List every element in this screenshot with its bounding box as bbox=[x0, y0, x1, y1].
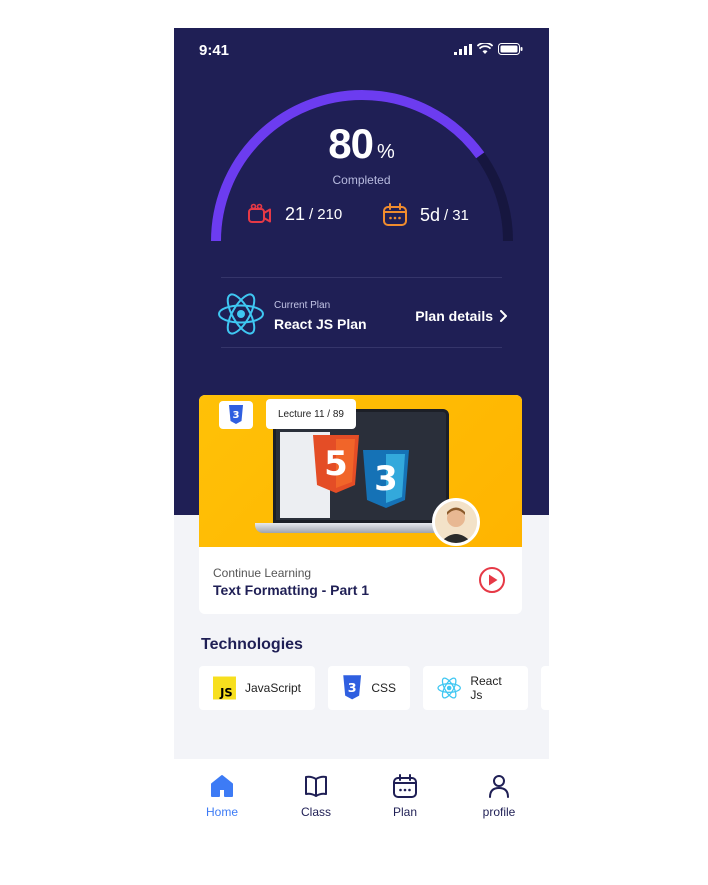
days-total: 31 bbox=[452, 206, 469, 224]
book-icon bbox=[305, 775, 327, 797]
lesson-title: Text Formatting - Part 1 bbox=[213, 582, 370, 598]
tab-class-label: Class bbox=[300, 805, 331, 819]
plan-name: React JS Plan bbox=[274, 316, 367, 332]
plan-details-link[interactable]: Plan details bbox=[415, 308, 507, 324]
js-logo-icon: JS bbox=[213, 676, 236, 700]
person-avatar-icon bbox=[435, 501, 477, 543]
days-stat: 5d / 31 bbox=[382, 203, 469, 227]
react-logo-icon bbox=[218, 293, 264, 335]
tech-label-javascript: JavaScript bbox=[244, 681, 301, 695]
days-done: 5d bbox=[420, 204, 441, 225]
continue-learning-card[interactable]: 5 3 3 Lecture 11 / 89 Continue Learning … bbox=[199, 395, 522, 614]
phone-screen: 9:41 80% Completed 21 / 210 5d / 31 Curr… bbox=[174, 28, 549, 834]
progress-label: Completed bbox=[332, 173, 391, 187]
divider-top bbox=[221, 277, 502, 278]
instructor-avatar bbox=[432, 498, 480, 546]
tech-item-javascript[interactable]: JS JavaScript bbox=[199, 666, 315, 710]
html5-logo-icon: 5 bbox=[313, 435, 359, 493]
videos-done: 21 bbox=[285, 203, 306, 224]
play-button-icon[interactable] bbox=[478, 566, 506, 594]
calendar-icon bbox=[383, 203, 407, 226]
tab-home[interactable]: Home bbox=[182, 773, 262, 819]
divider-bottom bbox=[221, 347, 502, 348]
technologies-title: Technologies bbox=[201, 636, 303, 653]
tab-class[interactable]: Class bbox=[276, 773, 356, 819]
videos-stat: 21 / 210 bbox=[247, 203, 342, 225]
svg-text:JS: JS bbox=[219, 686, 233, 700]
videos-separator: / bbox=[309, 205, 314, 223]
videos-total: 210 bbox=[317, 205, 343, 223]
css3-logo-icon: 3 bbox=[363, 450, 409, 508]
technologies-list: JS JavaScript 3 CSS React Js bbox=[199, 666, 549, 710]
home-icon bbox=[211, 775, 233, 797]
progress-percent-sign: % bbox=[376, 141, 395, 163]
tab-plan-label: Plan bbox=[392, 805, 418, 819]
progress-percent: 80% bbox=[174, 120, 549, 168]
plan-subtitle: Current Plan bbox=[274, 300, 331, 311]
tech-item-react[interactable]: React Js bbox=[423, 666, 528, 710]
bottom-tab-bar: Home Class Plan profile bbox=[174, 759, 549, 834]
react-logo-icon bbox=[437, 677, 461, 699]
svg-text:3: 3 bbox=[233, 410, 240, 421]
course-banner: 5 3 3 Lecture 11 / 89 bbox=[199, 395, 522, 547]
css3-badge-icon: 3 bbox=[229, 405, 243, 424]
css-badge: 3 bbox=[219, 401, 253, 429]
tab-profile-label: profile bbox=[482, 805, 516, 819]
tech-label-react: React Js bbox=[470, 674, 502, 702]
tab-plan[interactable]: Plan bbox=[365, 773, 445, 819]
video-camera-icon bbox=[248, 203, 271, 223]
tech-item-more[interactable] bbox=[541, 666, 549, 710]
tech-item-css[interactable]: 3 CSS bbox=[328, 666, 410, 710]
lecture-chip: Lecture 11 / 89 bbox=[266, 399, 356, 429]
current-plan-row: Current Plan React JS Plan Plan details bbox=[217, 290, 507, 338]
tech-label-css: CSS bbox=[371, 681, 396, 695]
calendar-icon bbox=[393, 774, 417, 798]
continue-learning-label: Continue Learning bbox=[213, 566, 312, 580]
svg-text:3: 3 bbox=[348, 680, 357, 695]
user-icon bbox=[489, 775, 509, 798]
days-separator: / bbox=[444, 206, 449, 224]
plan-details-label: Plan details bbox=[415, 308, 493, 324]
progress-value: 80 bbox=[328, 120, 374, 167]
svg-text:5: 5 bbox=[324, 444, 348, 484]
css3-logo-icon: 3 bbox=[343, 675, 362, 700]
chevron-right-icon bbox=[500, 310, 507, 322]
tab-profile[interactable]: profile bbox=[459, 773, 539, 819]
tab-home-label: Home bbox=[205, 805, 238, 819]
svg-text:3: 3 bbox=[374, 459, 398, 499]
